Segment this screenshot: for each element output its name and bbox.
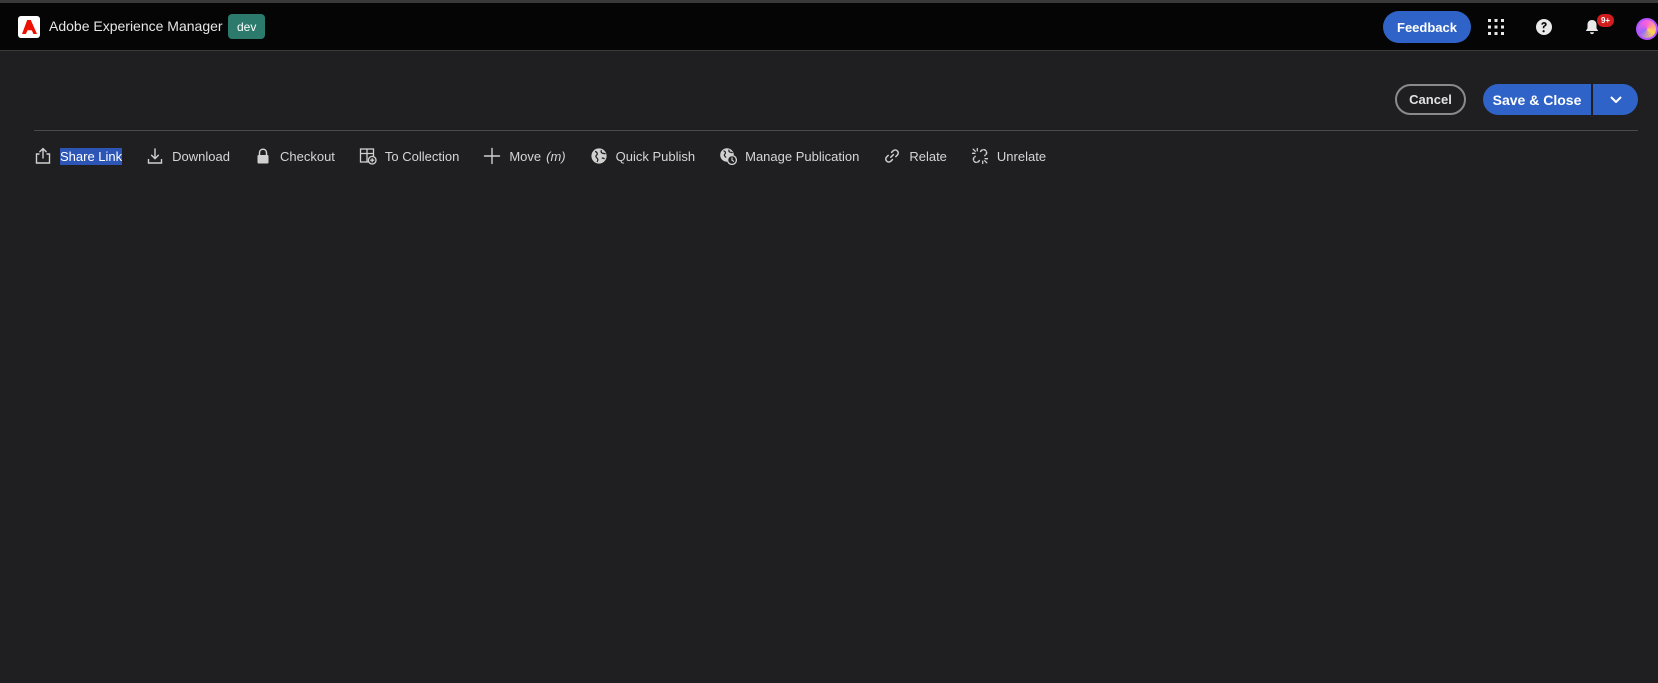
asset-actions-toolbar: Share Link Download Checkout To Collecti… <box>34 145 1070 167</box>
globe-icon <box>590 147 608 165</box>
app-title[interactable]: Adobe Experience Manager <box>49 18 223 34</box>
relate-action[interactable]: Relate <box>883 145 947 167</box>
move-icon <box>483 147 501 165</box>
checkout-label: Checkout <box>279 148 335 164</box>
manage-publication-action[interactable]: Manage Publication <box>719 145 859 167</box>
share-link-label: Share Link <box>60 147 123 165</box>
unlink-icon <box>971 147 989 165</box>
unrelate-label: Unrelate <box>996 148 1047 164</box>
action-bar-divider <box>34 130 1638 131</box>
apps-grid-icon[interactable] <box>1485 16 1507 38</box>
unrelate-action[interactable]: Unrelate <box>971 145 1046 167</box>
save-and-close-button[interactable]: Save & Close <box>1483 84 1591 115</box>
feedback-button[interactable]: Feedback <box>1383 11 1471 43</box>
share-link-action[interactable]: Share Link <box>34 145 123 167</box>
manage-publication-label: Manage Publication <box>745 148 860 164</box>
download-action[interactable]: Download <box>146 145 230 167</box>
chevron-down-icon <box>1610 96 1622 104</box>
user-avatar[interactable] <box>1636 18 1658 40</box>
checkout-action[interactable]: Checkout <box>254 145 335 167</box>
relate-label: Relate <box>909 148 947 164</box>
download-label: Download <box>172 148 230 164</box>
move-shortcut-hint: (m) <box>546 148 566 164</box>
share-icon <box>34 147 52 165</box>
environment-badge: dev <box>228 14 266 39</box>
move-action[interactable]: Move (m) <box>483 145 566 167</box>
download-icon <box>146 147 164 165</box>
quick-publish-label: Quick Publish <box>615 148 696 164</box>
move-label: Move <box>509 148 542 164</box>
quick-publish-action[interactable]: Quick Publish <box>590 145 695 167</box>
adobe-logo-icon[interactable] <box>18 16 40 38</box>
save-options-menu-button[interactable] <box>1593 84 1638 115</box>
to-collection-action[interactable]: To Collection <box>359 145 459 167</box>
notification-count-badge: 9+ <box>1597 14 1614 27</box>
lock-icon <box>254 147 272 165</box>
collection-icon <box>359 147 377 165</box>
global-shell-header: Adobe Experience Manager dev Feedback 9+ <box>0 3 1658 51</box>
link-icon <box>883 147 901 165</box>
to-collection-label: To Collection <box>384 148 460 164</box>
cancel-button[interactable]: Cancel <box>1395 84 1466 115</box>
globe-clock-icon <box>719 147 738 165</box>
help-icon[interactable] <box>1533 16 1555 38</box>
